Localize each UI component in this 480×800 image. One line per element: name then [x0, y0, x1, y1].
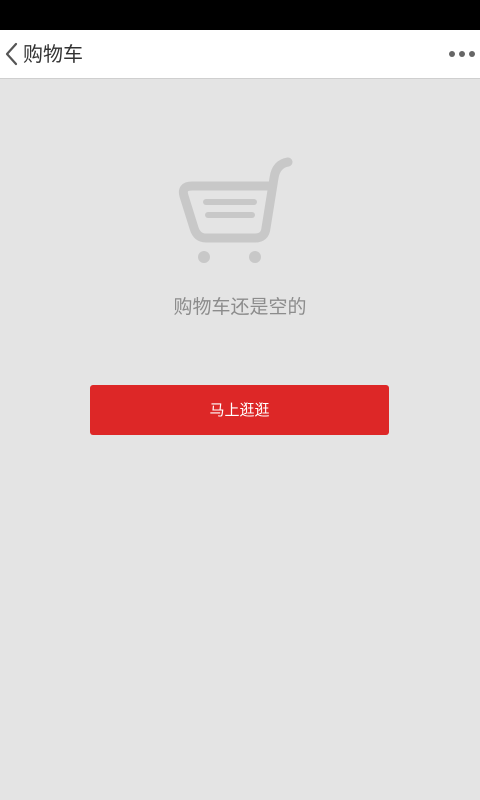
back-button[interactable]: 购物车: [0, 30, 110, 78]
chevron-left-icon: [5, 42, 18, 66]
more-options-button[interactable]: [436, 30, 480, 78]
app-header: 购物车: [0, 30, 480, 79]
go-shopping-button[interactable]: 马上逛逛: [90, 385, 389, 435]
page-title: 购物车: [23, 42, 83, 66]
status-bar: [0, 0, 480, 30]
more-horizontal-icon: [449, 51, 475, 57]
shopping-cart-icon: [178, 157, 293, 263]
screen: 购物车 购物车还是空的 马上逛逛: [0, 0, 480, 800]
empty-cart-message: 购物车还是空的: [173, 296, 307, 318]
